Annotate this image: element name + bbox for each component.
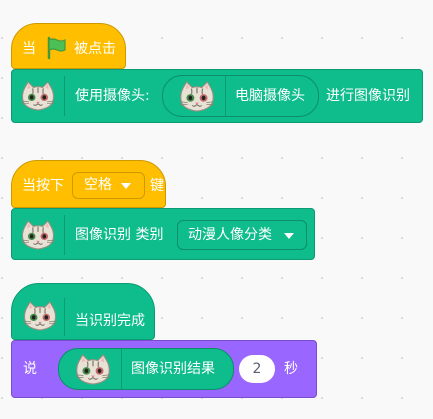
result-label: 图像识别结果	[131, 361, 215, 377]
key-suffix-label: 键	[150, 178, 164, 194]
when-flag-clicked-hat-block[interactable]: 当 被点击	[11, 23, 126, 69]
category-dropdown[interactable]: 动漫人像分类	[177, 220, 307, 250]
classify-label: 图像识别 类别	[75, 227, 164, 243]
cat-face-icon	[20, 220, 56, 251]
block-divider	[64, 76, 65, 116]
dropdown-arrow-icon	[121, 183, 131, 189]
say-for-seconds-block[interactable]: 说 图像识别结果 2 秒	[11, 340, 317, 398]
block-divider	[225, 76, 226, 116]
use-camera-block[interactable]: 使用摄像头: 电脑摄像头 进行图像识别	[11, 69, 423, 123]
cat-face-icon	[22, 301, 58, 332]
camera-option-label: 电脑摄像头	[235, 88, 305, 104]
camera-select-reporter[interactable]: 电脑摄像头	[162, 75, 319, 117]
key-value: 空格	[84, 177, 112, 193]
classify-block[interactable]: 图像识别 类别 动漫人像分类	[11, 208, 315, 260]
cat-face-icon	[20, 81, 56, 112]
when-done-label: 当识别完成	[75, 313, 145, 329]
key-dropdown[interactable]: 空格	[72, 172, 145, 199]
green-flag-icon	[47, 36, 66, 60]
block-divider	[64, 298, 65, 336]
block-divider	[121, 349, 122, 389]
category-value: 动漫人像分类	[188, 227, 272, 243]
when-pressed-label: 当按下	[22, 178, 64, 194]
block-divider	[64, 215, 65, 255]
recognition-result-reporter[interactable]: 图像识别结果	[58, 348, 234, 390]
when-key-pressed-hat-block[interactable]: 当按下 空格 键	[11, 160, 166, 208]
recognize-label: 进行图像识别	[326, 88, 410, 104]
use-camera-label: 使用摄像头:	[75, 88, 150, 104]
seconds-label: 秒	[284, 361, 298, 377]
say-label: 说	[23, 361, 37, 377]
hat-prefix-label: 当	[22, 41, 36, 57]
cat-face-icon	[178, 81, 216, 113]
dropdown-arrow-icon	[284, 233, 294, 239]
hat-suffix-label: 被点击	[74, 41, 116, 57]
seconds-input[interactable]: 2	[239, 355, 275, 383]
when-recognition-done-hat-block[interactable]: 当识别完成	[11, 283, 155, 340]
cat-face-icon	[74, 354, 112, 386]
